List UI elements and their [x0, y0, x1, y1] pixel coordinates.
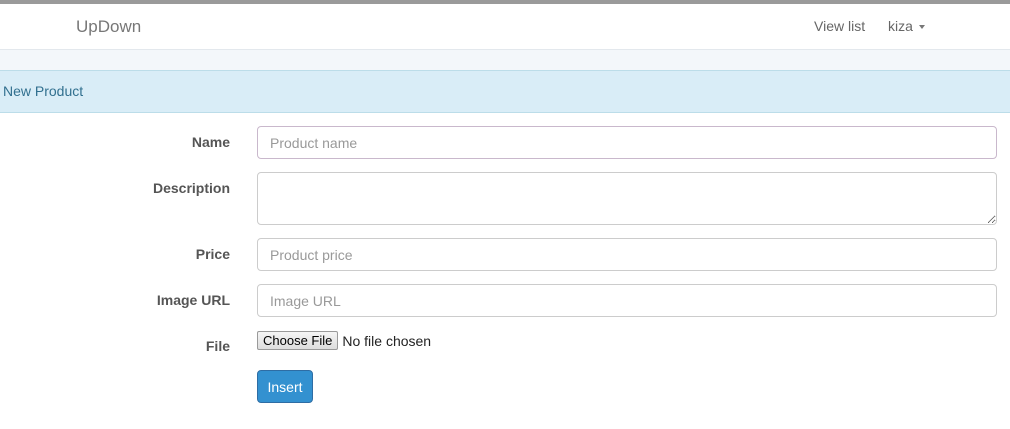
- image-url-input[interactable]: [257, 284, 997, 317]
- image-url-label: Image URL: [156, 292, 230, 308]
- name-label: Name: [191, 134, 230, 150]
- page-band: [0, 50, 1010, 70]
- name-input[interactable]: [257, 126, 997, 159]
- choose-file-button[interactable]: Choose File: [257, 331, 339, 350]
- description-textarea[interactable]: [257, 172, 997, 225]
- panel-heading: New Product: [0, 70, 1010, 113]
- file-picker: Choose File No file chosen: [257, 331, 431, 351]
- price-input[interactable]: [257, 238, 997, 271]
- panel-title: New Product: [3, 83, 84, 99]
- brand-link[interactable]: UpDown: [76, 17, 141, 37]
- nav-view-list-link[interactable]: View list: [814, 18, 865, 34]
- description-label: Description: [152, 180, 230, 196]
- navbar: UpDown View list kiza: [0, 4, 1010, 50]
- file-label: File: [205, 338, 230, 354]
- user-menu-dropdown[interactable]: kiza: [888, 18, 925, 34]
- insert-button[interactable]: Insert: [257, 370, 313, 403]
- price-label: Price: [195, 246, 230, 262]
- user-menu-label: kiza: [888, 18, 913, 34]
- caret-down-icon: [918, 25, 925, 30]
- file-status-text: No file chosen: [342, 332, 432, 349]
